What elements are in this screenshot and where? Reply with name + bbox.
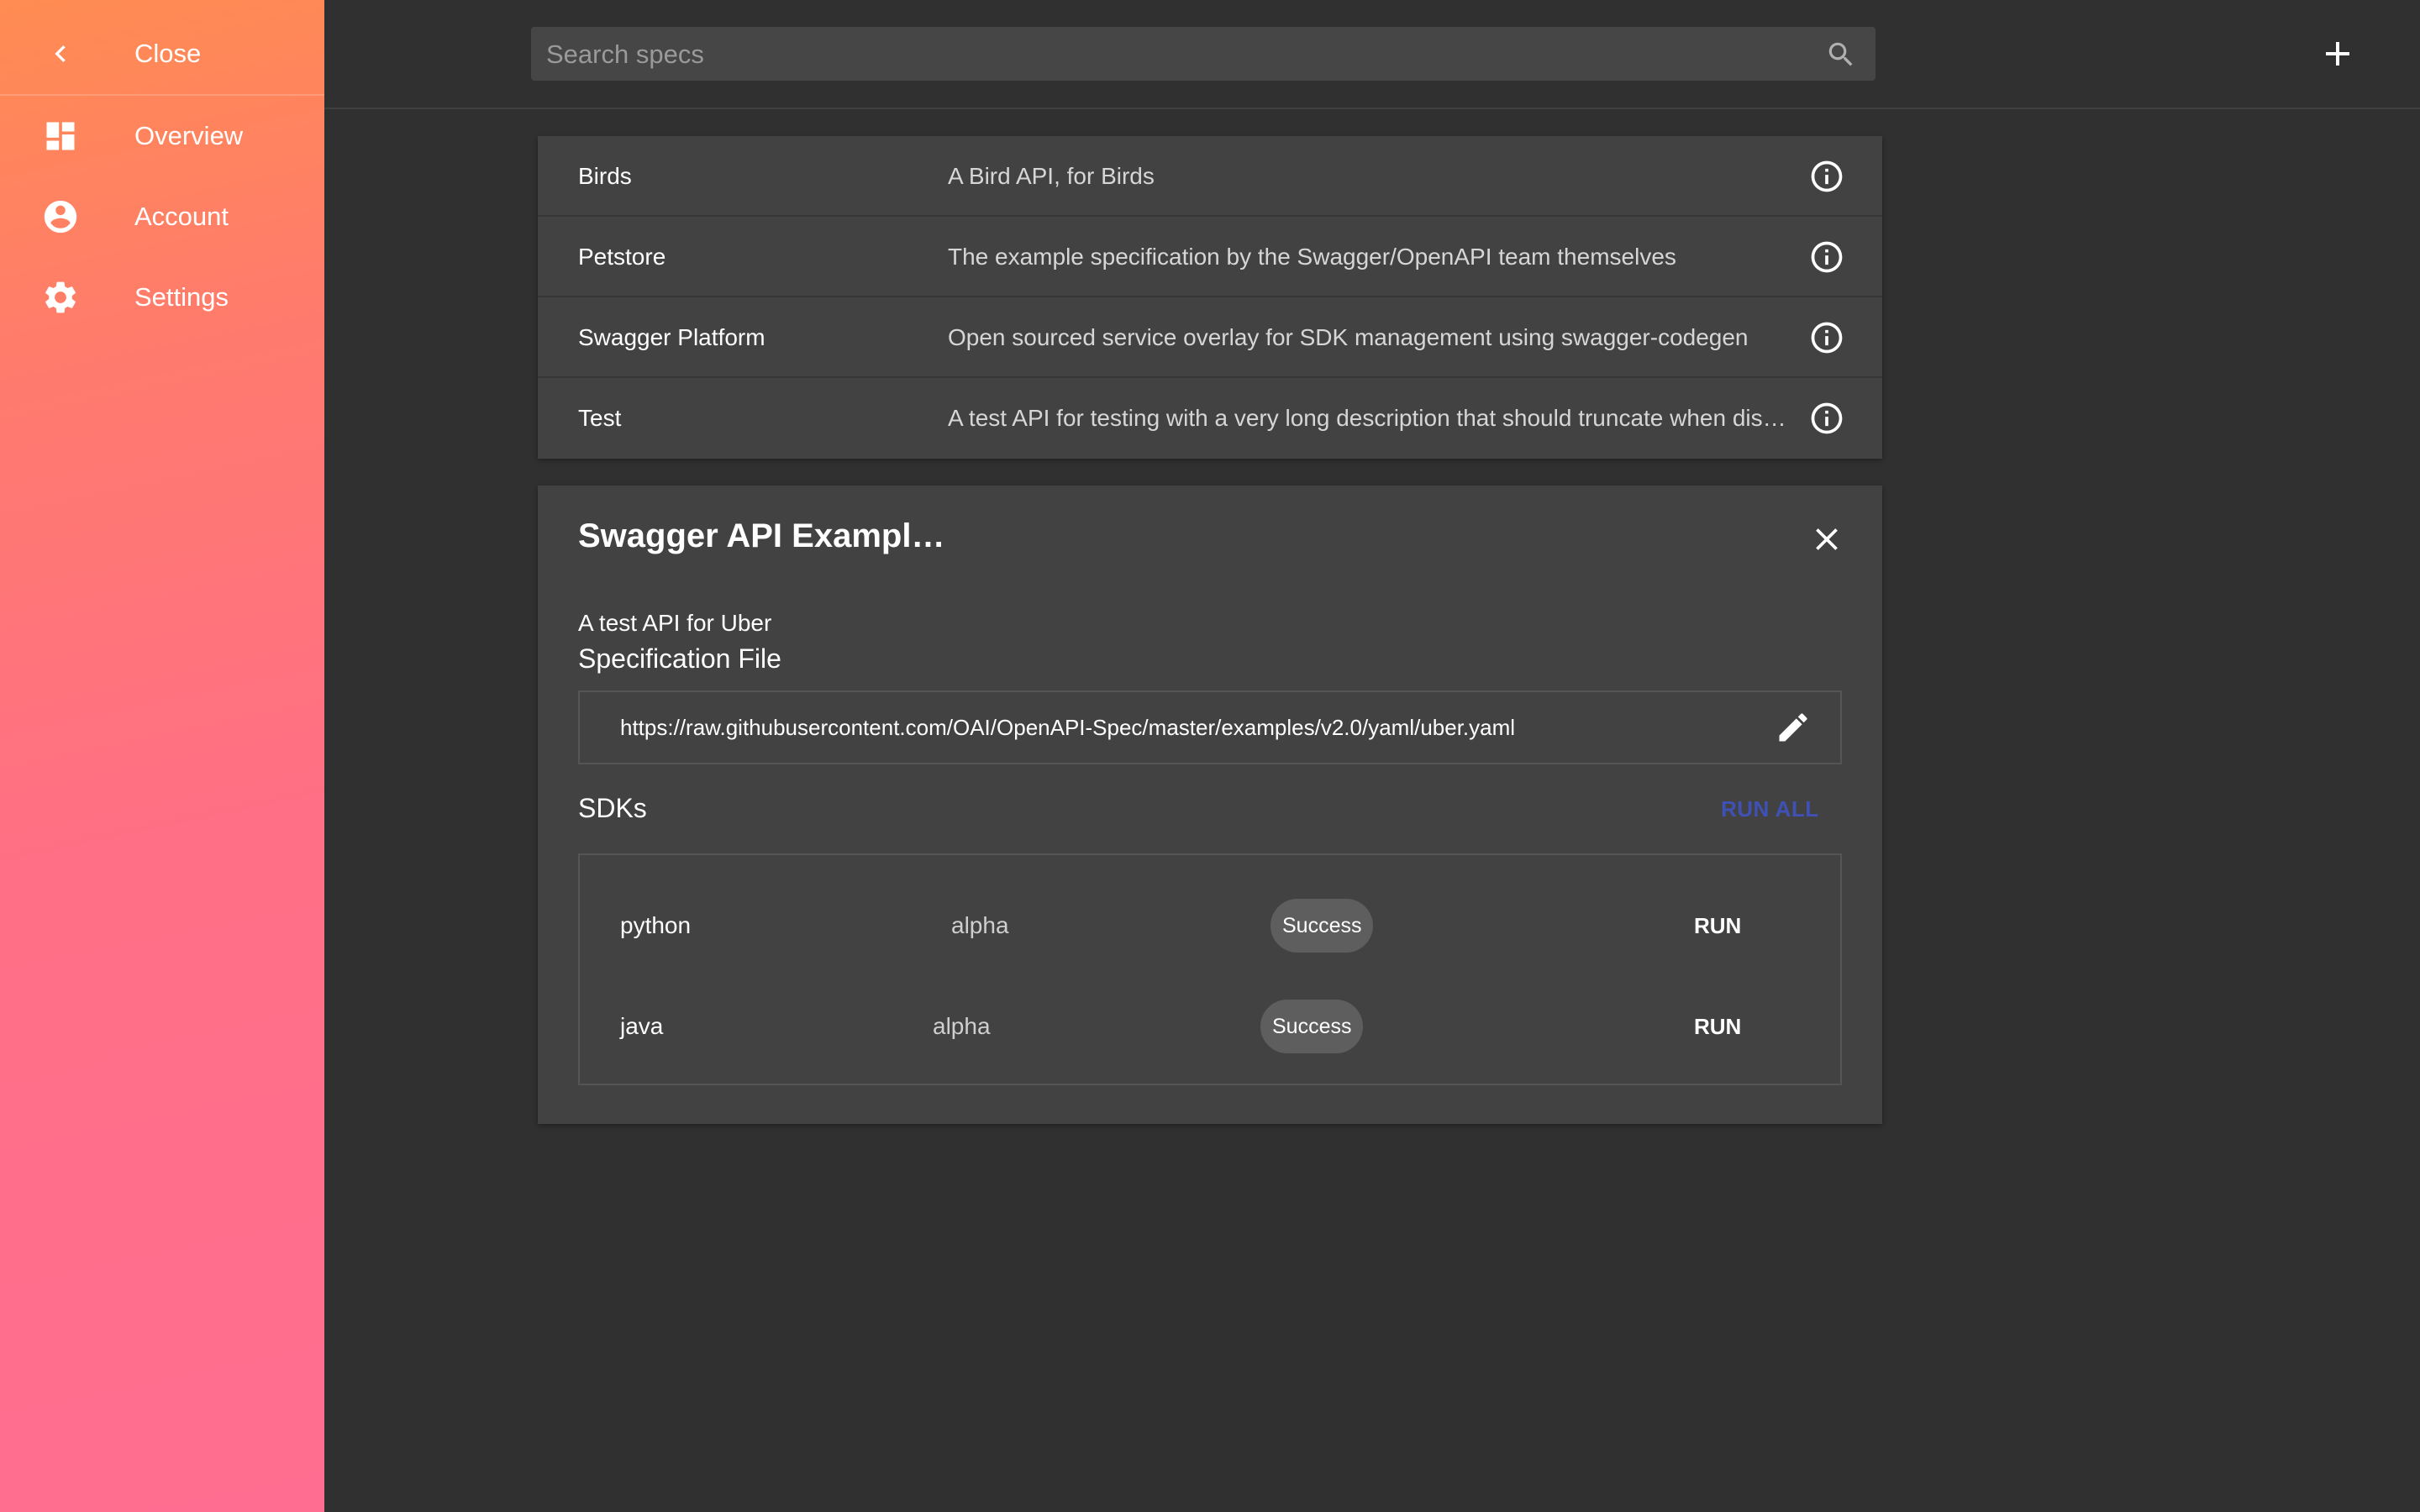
gear-icon	[40, 277, 81, 318]
close-icon[interactable]	[1808, 521, 1845, 558]
sdk-row: python alpha Success RUN	[580, 884, 1840, 968]
account-circle-icon	[40, 197, 81, 237]
sdk-row: java alpha Success RUN	[580, 984, 1840, 1068]
spec-name: Petstore	[578, 244, 666, 270]
spec-detail-card: Swagger API Example Uber A test API for …	[538, 486, 1882, 1124]
spec-description: A test API for testing with a very long …	[948, 405, 1788, 431]
sdk-language: java	[620, 1013, 664, 1039]
spec-file-field: https://raw.githubusercontent.com/OAI/Op…	[578, 690, 1842, 764]
sdk-language: python	[620, 912, 692, 938]
spec-name: Test	[578, 405, 622, 431]
sidebar: Close Overview Account Settings	[0, 0, 324, 1512]
spec-description: A Bird API, for Birds	[948, 163, 1155, 189]
sidebar-item-settings[interactable]: Settings	[0, 257, 324, 338]
edit-icon[interactable]	[1775, 709, 1812, 746]
info-icon[interactable]	[1808, 319, 1845, 356]
info-icon[interactable]	[1808, 158, 1845, 195]
spec-row-birds[interactable]: Birds A Bird API, for Birds	[538, 136, 1882, 217]
run-button[interactable]: RUN	[1694, 884, 1741, 968]
add-spec-button[interactable]	[2317, 34, 2358, 74]
sidebar-close-label: Close	[134, 39, 202, 68]
spec-list: Birds A Bird API, for Birds Petstore The…	[538, 136, 1882, 459]
detail-title: Swagger API Example Uber	[578, 517, 948, 554]
search-input[interactable]	[544, 27, 1791, 82]
sidebar-item-label: Overview	[134, 121, 244, 150]
spec-name: Birds	[578, 163, 632, 189]
dashboard-icon	[40, 116, 81, 156]
detail-description: A test API for Uber	[578, 610, 772, 636]
status-badge: Success	[1270, 899, 1374, 953]
sidebar-close-button[interactable]: Close	[0, 13, 324, 94]
info-icon[interactable]	[1808, 239, 1845, 276]
run-all-button[interactable]: RUN ALL	[1721, 796, 1819, 822]
spec-description: Open sourced service overlay for SDK man…	[948, 324, 1749, 350]
spec-file-url: https://raw.githubusercontent.com/OAI/Op…	[620, 715, 1516, 740]
chevron-left-icon	[40, 34, 81, 74]
sdks-heading: SDKs	[578, 793, 647, 823]
sdk-stage: alpha	[951, 912, 1009, 938]
sidebar-item-overview[interactable]: Overview	[0, 96, 324, 176]
sidebar-item-label: Settings	[134, 282, 229, 312]
sidebar-item-account[interactable]: Account	[0, 176, 324, 257]
search-icon[interactable]	[1825, 39, 1857, 71]
spec-row-swagger-platform[interactable]: Swagger Platform Open sourced service ov…	[538, 297, 1882, 378]
topbar-divider	[324, 108, 2420, 109]
spec-row-test[interactable]: Test A test API for testing with a very …	[538, 378, 1882, 459]
spec-row-petstore[interactable]: Petstore The example specification by th…	[538, 217, 1882, 297]
spec-file-heading: Specification File	[578, 643, 781, 674]
spec-name: Swagger Platform	[578, 324, 765, 350]
sdk-stage: alpha	[933, 1013, 991, 1039]
spec-description: The example specification by the Swagger…	[948, 244, 1676, 270]
search-bar	[531, 27, 1876, 82]
status-badge: Success	[1260, 1000, 1364, 1053]
info-icon[interactable]	[1808, 400, 1845, 437]
run-button[interactable]: RUN	[1694, 984, 1741, 1068]
sidebar-item-label: Account	[134, 202, 229, 231]
sdk-list: python alpha Success RUN java alpha Succ…	[578, 853, 1842, 1085]
